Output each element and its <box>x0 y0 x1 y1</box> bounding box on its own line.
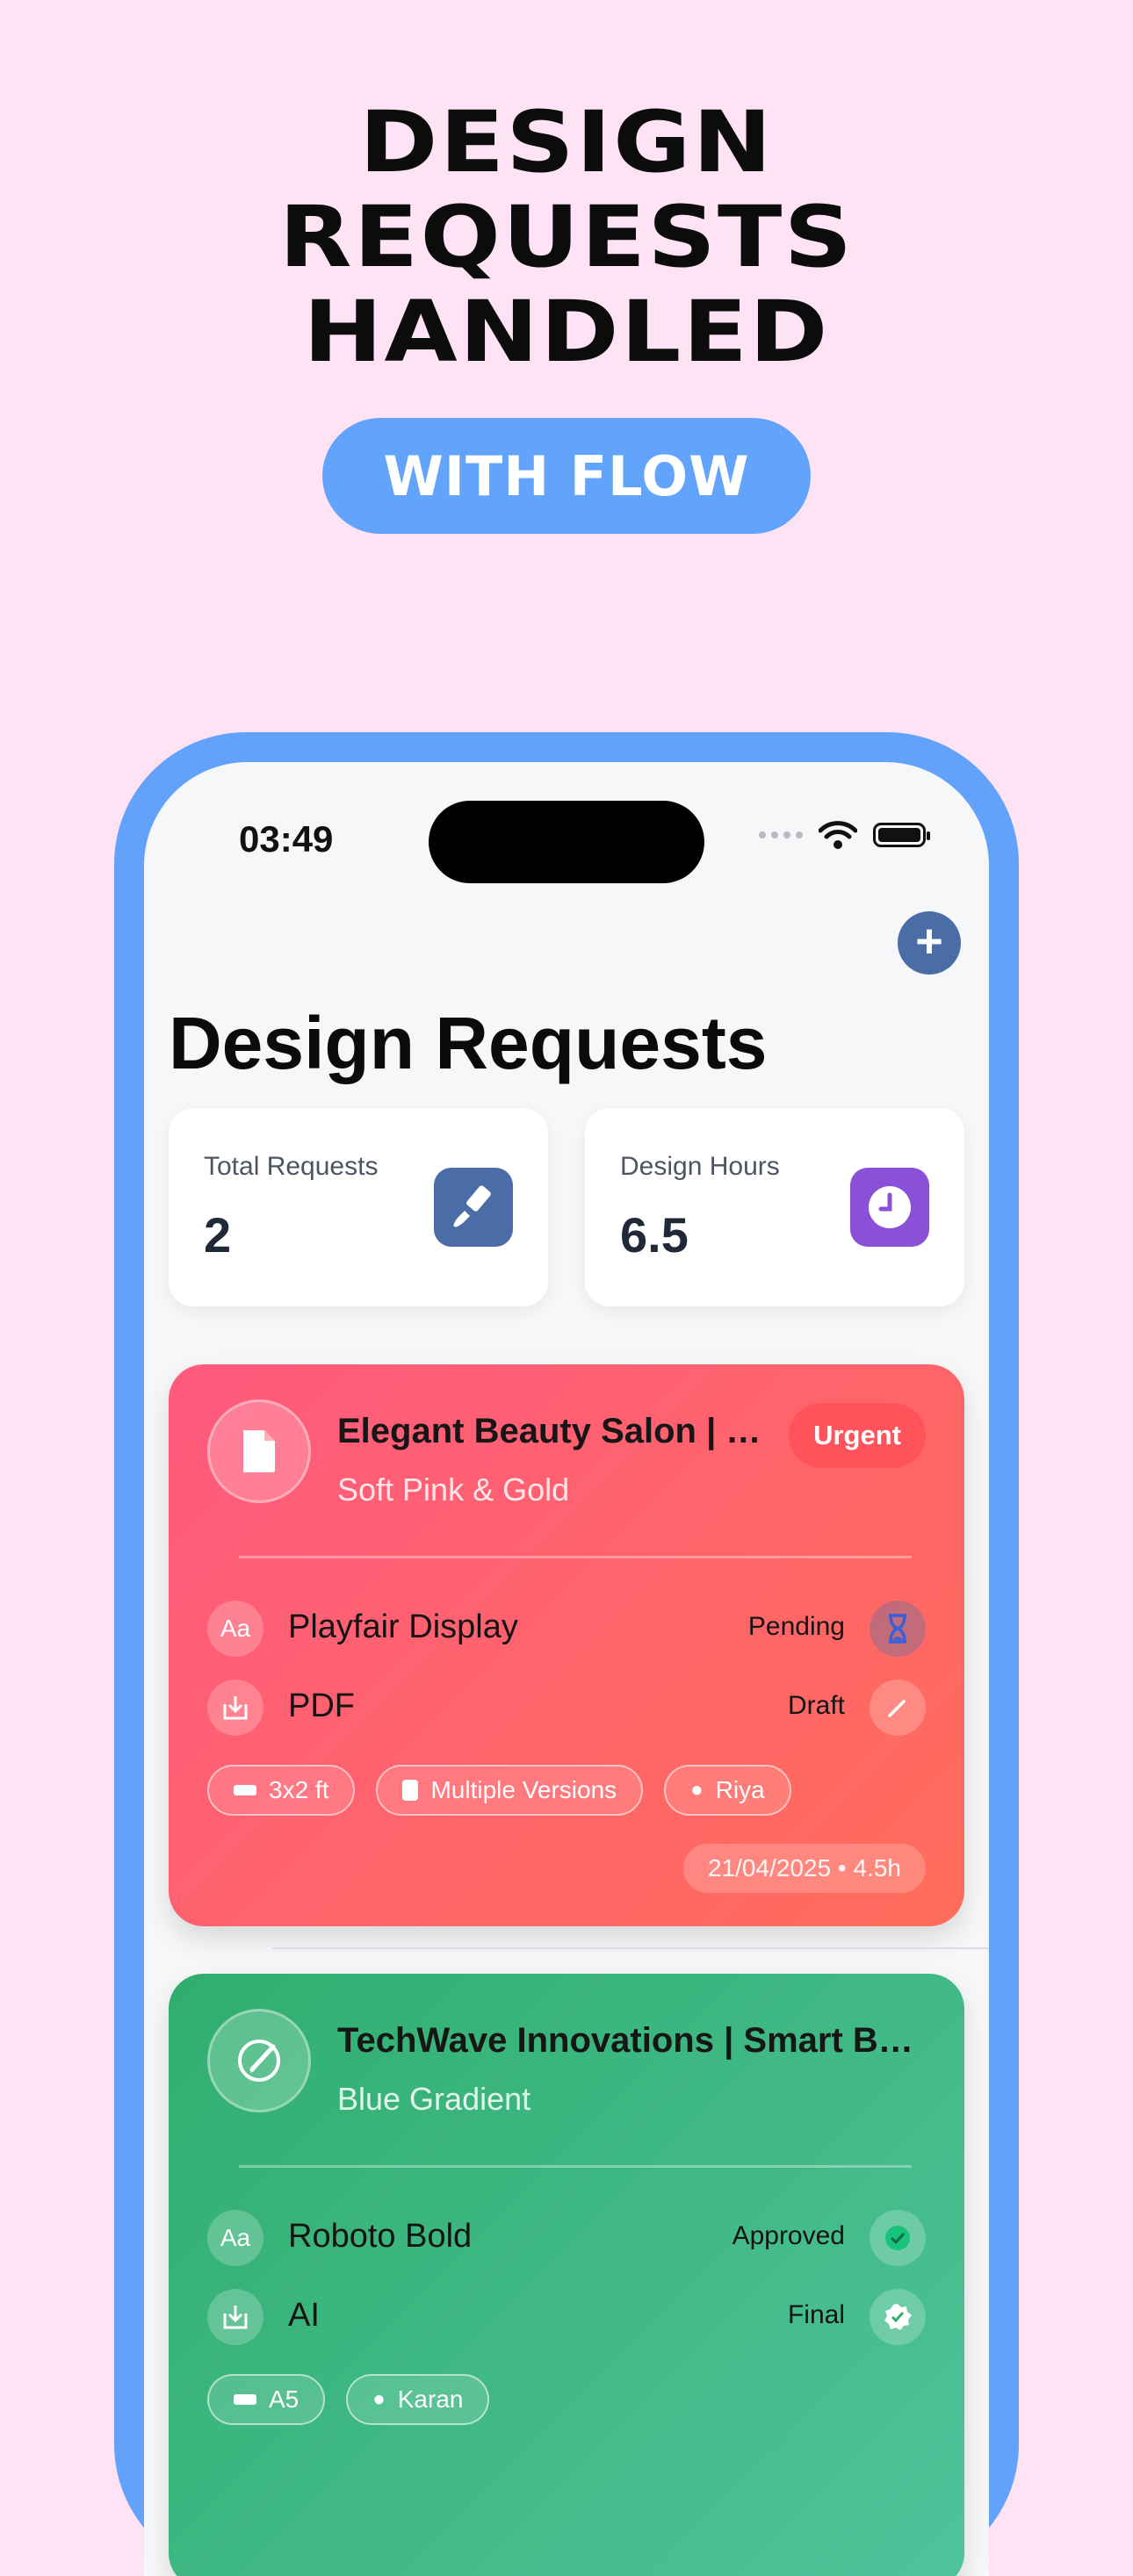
font-row: Aa Roboto Bold Approved <box>207 2207 926 2269</box>
request-title: Elegant Beauty Salon | Brochure <box>337 1412 776 1450</box>
assignee-chip: ● Riya <box>664 1765 791 1816</box>
battery-icon <box>873 823 930 847</box>
chip-label: Karan <box>397 2385 464 2413</box>
hero-headline: DESIGN REQUESTS HANDLED <box>0 95 1133 379</box>
person-icon: ● <box>372 2387 386 2411</box>
download-icon <box>207 1680 263 1736</box>
hero-pill: WITH FLOW <box>322 418 811 534</box>
verified-badge-icon <box>870 2289 926 2345</box>
format-name: PDF <box>288 1687 355 1724</box>
format-row: PDF Draft <box>207 1677 926 1738</box>
list-separator <box>272 1947 989 1949</box>
dynamic-island <box>429 801 704 883</box>
add-request-button[interactable]: + <box>898 911 961 975</box>
stat-label: Design Hours <box>620 1152 780 1181</box>
font-row: Aa Playfair Display Pending <box>207 1598 926 1659</box>
wifi-icon <box>819 821 857 849</box>
person-icon: ● <box>690 1778 704 1802</box>
card-divider <box>239 1556 912 1558</box>
chip-label: 3x2 ft <box>269 1776 329 1803</box>
check-circle-icon <box>870 2210 926 2266</box>
hero-line-3: HANDLED <box>303 283 830 381</box>
status-time: 03:49 <box>239 818 334 860</box>
font-icon: Aa <box>207 1601 263 1657</box>
stat-design-hours: Design Hours 6.5 <box>585 1108 964 1306</box>
font-icon: Aa <box>207 2210 263 2266</box>
font-status: Pending <box>747 1612 845 1641</box>
font-name: Roboto Bold <box>288 2218 473 2255</box>
document-icon <box>207 1400 311 1503</box>
card-divider <box>239 2165 912 2168</box>
request-title: TechWave Innovations | Smart Banner <box>337 2021 917 2060</box>
stat-value: 6.5 <box>620 1207 689 1263</box>
stat-total-requests: Total Requests 2 <box>169 1108 548 1306</box>
font-status: Approved <box>732 2221 845 2250</box>
size-chip: 3x2 ft <box>207 1765 356 1816</box>
request-card[interactable]: TechWave Innovations | Smart Banner Blue… <box>169 1974 964 2576</box>
status-icons <box>759 820 930 850</box>
request-card[interactable]: Elegant Beauty Salon | Brochure Soft Pin… <box>169 1364 964 1926</box>
format-name: AI <box>288 2297 320 2334</box>
download-icon <box>207 2289 263 2345</box>
request-subtitle: Blue Gradient <box>337 2081 531 2117</box>
edit-icon <box>207 2009 311 2112</box>
paintbrush-icon <box>434 1168 513 1247</box>
format-row: AI Final <box>207 2286 926 2348</box>
hourglass-icon <box>870 1601 926 1657</box>
chip-label: Riya <box>715 1776 765 1803</box>
page-title: Design Requests <box>169 1002 768 1084</box>
stat-label: Total Requests <box>204 1152 379 1181</box>
pencil-icon <box>870 1680 926 1736</box>
ruler-icon <box>234 2394 256 2405</box>
date-hours-pill: 21/04/2025 • 4.5h <box>683 1844 926 1893</box>
chip-label: Multiple Versions <box>430 1776 617 1803</box>
chip-list: A5 ● Karan <box>207 2374 490 2425</box>
request-subtitle: Soft Pink & Gold <box>337 1471 570 1507</box>
format-status: Draft <box>787 1691 845 1720</box>
clock-icon <box>850 1168 929 1247</box>
versions-chip: Multiple Versions <box>376 1765 644 1816</box>
size-chip: A5 <box>207 2374 326 2425</box>
ruler-icon <box>234 1785 256 1795</box>
hero-line-2: REQUESTS <box>278 188 855 286</box>
plus-icon: + <box>915 915 943 968</box>
chip-list: 3x2 ft Multiple Versions ● Riya <box>207 1765 791 1816</box>
assignee-chip: ● Karan <box>346 2374 490 2425</box>
font-name: Playfair Display <box>288 1608 518 1645</box>
signal-icon <box>759 831 803 838</box>
stat-value: 2 <box>204 1207 232 1263</box>
priority-badge: Urgent <box>789 1403 926 1468</box>
phone-frame: 03:49 + Design Requests Total Requests 2 <box>114 732 1019 2576</box>
chip-label: A5 <box>269 2385 299 2413</box>
app-screen: 03:49 + Design Requests Total Requests 2 <box>144 762 989 2576</box>
hero-line-1: DESIGN <box>359 93 774 191</box>
format-status: Final <box>787 2300 845 2329</box>
layers-icon <box>402 1780 419 1801</box>
